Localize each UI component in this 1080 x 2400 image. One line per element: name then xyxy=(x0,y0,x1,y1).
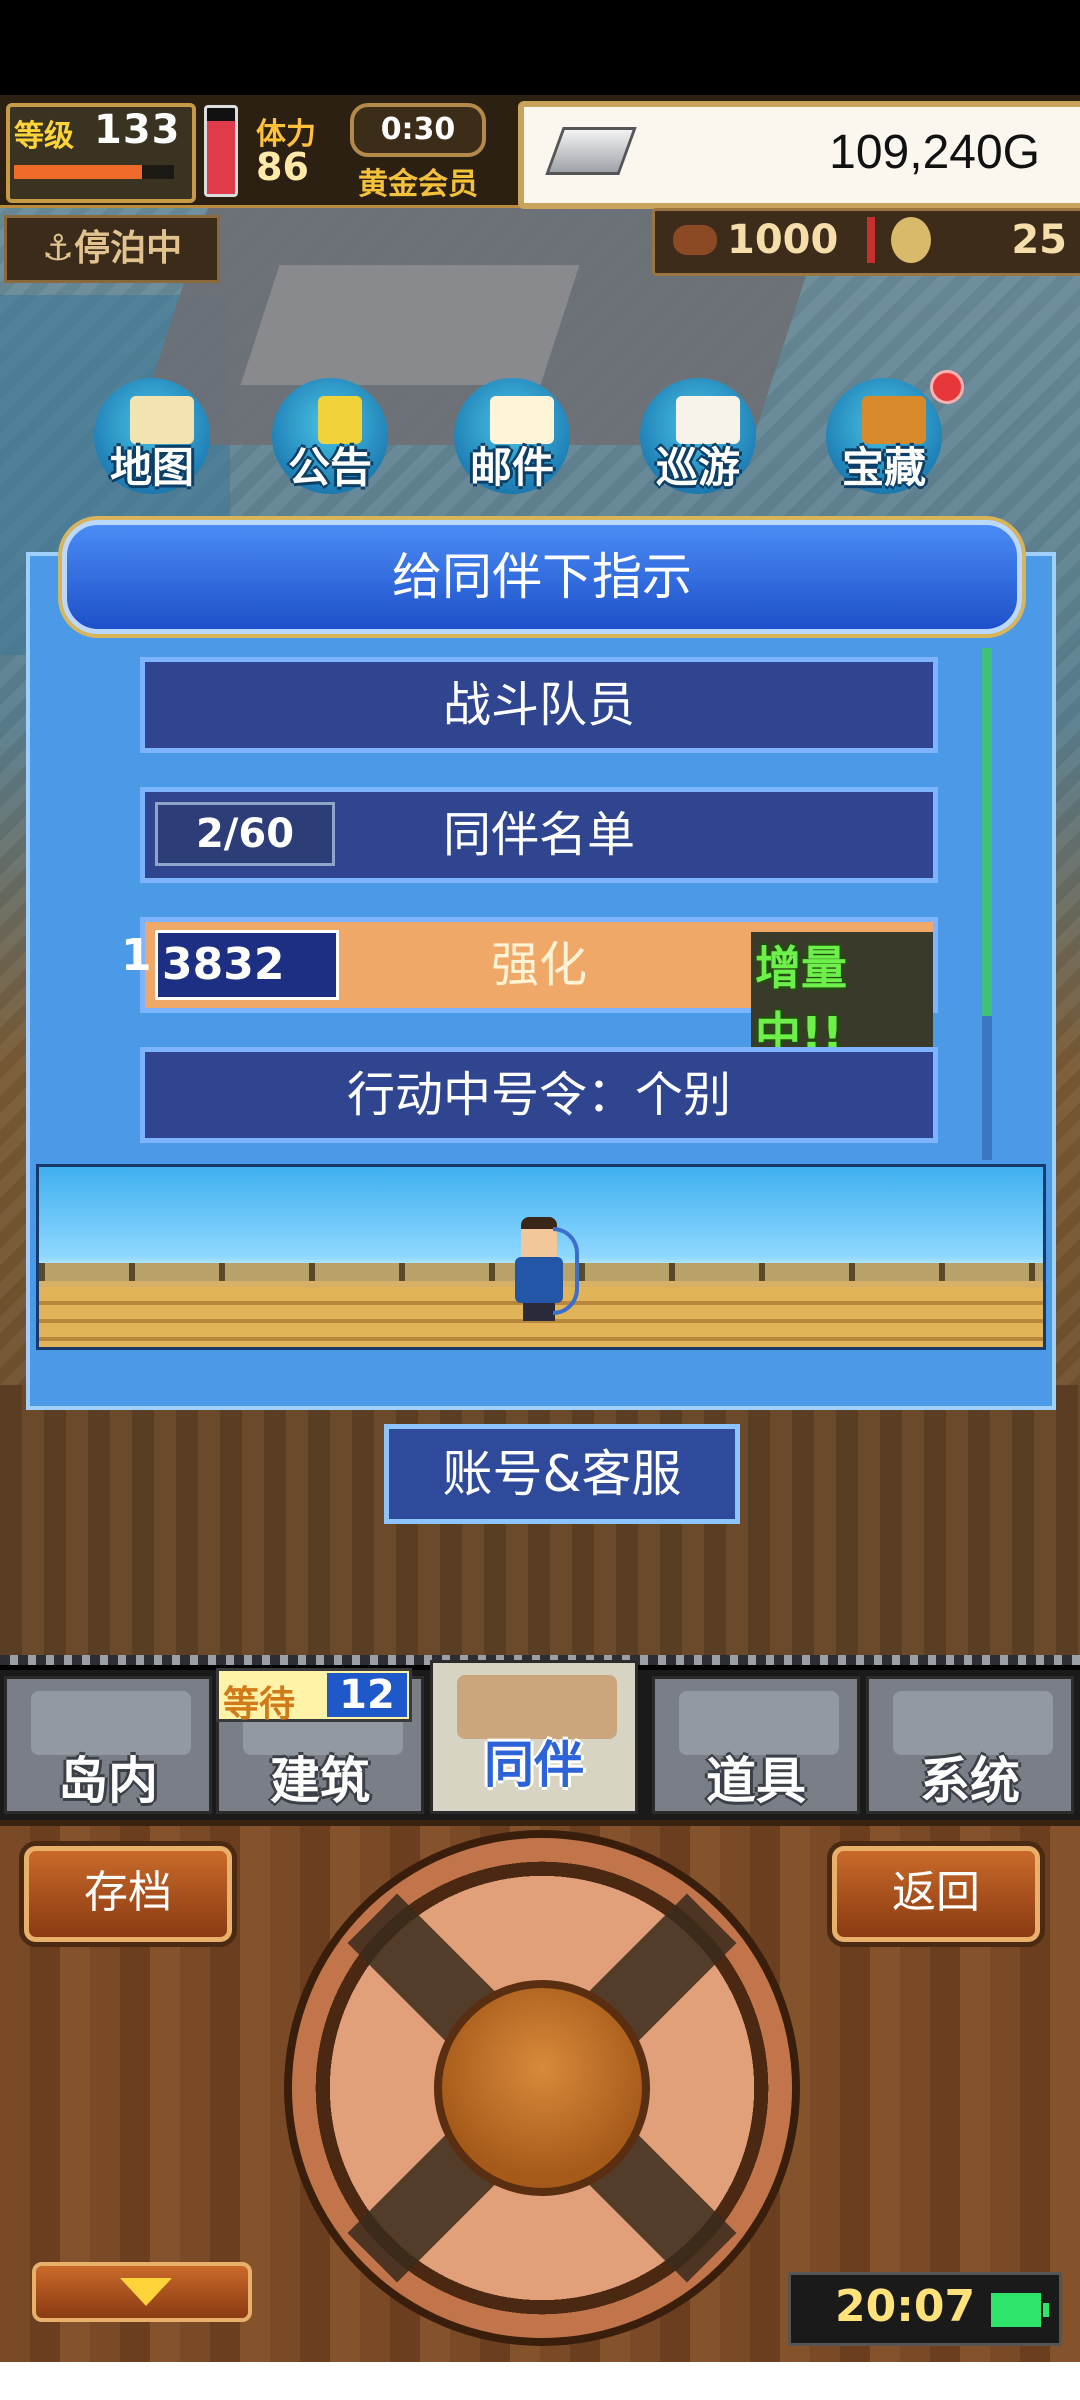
medal-icon xyxy=(891,217,931,263)
account-support-button[interactable]: 账号&客服 xyxy=(384,1424,740,1524)
notification-dot xyxy=(930,370,964,404)
menu-cruise-button[interactable]: 巡游 xyxy=(630,378,766,498)
menu-map-label: 地图 xyxy=(109,443,194,492)
level-value: 133 xyxy=(94,107,181,153)
tab-system[interactable]: 系统 xyxy=(866,1676,1074,1814)
scrollbar-thumb[interactable] xyxy=(982,648,992,1016)
companion-preview xyxy=(36,1164,1046,1350)
tab-items[interactable]: 道具 xyxy=(652,1676,860,1814)
option-label: 同伴名单 xyxy=(442,807,635,863)
resource-panel: 1000 25 xyxy=(652,208,1080,276)
resource-a-value: 1000 xyxy=(727,217,839,263)
boost-badge: 增量中!! xyxy=(751,932,933,1064)
membership-badge[interactable]: 黄金会员 xyxy=(358,159,478,203)
tab-label: 系统 xyxy=(920,1752,1020,1810)
money-panel: 109,240G xyxy=(518,101,1080,209)
chevron-down-icon xyxy=(120,2278,172,2306)
tab-island[interactable]: 岛内 xyxy=(4,1676,212,1814)
bottom-tab-bar: 岛内 建筑 同伴 道具 系统 xyxy=(0,1660,1080,1820)
stamina-gauge xyxy=(204,105,238,197)
save-button[interactable]: 存档 xyxy=(24,1846,232,1942)
menu-notice-label: 公告 xyxy=(287,443,372,492)
tab-label: 建筑 xyxy=(270,1752,370,1810)
castle-tower xyxy=(240,265,580,385)
clock-time: 20:07 xyxy=(835,2281,976,2332)
meat-icon xyxy=(673,225,717,255)
dock-status-badge: ⚓停泊中 xyxy=(4,215,220,283)
silver-bar-icon xyxy=(545,127,637,175)
option-upgrade[interactable]: 1 3832 强化 增量中!! xyxy=(121,917,938,1064)
tab-label: 同伴 xyxy=(484,1736,584,1794)
wait-value: 12 xyxy=(327,1673,407,1717)
stamina-value: 86 xyxy=(256,145,309,189)
dpad-center-button[interactable] xyxy=(434,1980,650,2196)
dialog-scrollbar[interactable] xyxy=(982,648,992,1160)
menu-map-button[interactable]: 地图 xyxy=(84,378,220,498)
dialog-title-bar: 给同伴下指示 xyxy=(62,520,1022,634)
money-value: 109,240G xyxy=(829,126,1040,179)
wait-queue-badge: 等待 12 xyxy=(216,1668,412,1725)
resource-b-value: 25 xyxy=(1011,217,1067,263)
level-progress-fill xyxy=(14,165,142,179)
stamina-timer: 0:30 xyxy=(350,103,486,157)
battery-icon xyxy=(991,2293,1041,2327)
menu-treasure-label: 宝藏 xyxy=(841,443,926,492)
dialog-title: 给同伴下指示 xyxy=(392,548,692,606)
resource-divider xyxy=(867,217,875,263)
bow-icon xyxy=(553,1227,579,1315)
game-clock: 20:07 xyxy=(788,2272,1062,2346)
menu-notice-button[interactable]: 公告 xyxy=(262,378,398,498)
option-label: 行动中号令：个别 xyxy=(346,1067,731,1123)
back-button[interactable]: 返回 xyxy=(832,1846,1040,1942)
level-panel: 等级 133 xyxy=(6,103,196,203)
option-companion-list[interactable]: 2/60 同伴名单 xyxy=(140,787,938,883)
directional-pad[interactable] xyxy=(292,1838,792,2338)
option-action-command[interactable]: 行动中号令：个别 xyxy=(140,1047,938,1143)
tab-companion[interactable]: 同伴 xyxy=(430,1660,638,1814)
option-label: 战斗队员 xyxy=(442,677,635,733)
menu-treasure-button[interactable]: 宝藏 xyxy=(816,370,964,498)
tab-label: 道具 xyxy=(706,1752,806,1810)
menu-mail-label: 邮件 xyxy=(469,443,554,492)
level-label: 等级 xyxy=(14,119,74,154)
collapse-button[interactable] xyxy=(32,2262,252,2322)
menu-mail-button[interactable]: 邮件 xyxy=(444,378,580,498)
level-progress-bar xyxy=(14,165,174,179)
home-indicator[interactable] xyxy=(340,2368,740,2378)
option-battle-members[interactable]: 战斗队员 xyxy=(140,657,938,753)
stamina-fill xyxy=(207,120,235,194)
wait-label: 等待 xyxy=(223,1684,296,1725)
top-hud: 等级 133 体力 86 0:30 黄金会员 109,240G xyxy=(0,95,1080,209)
companion-character xyxy=(509,1217,579,1321)
menu-cruise-label: 巡游 xyxy=(655,443,740,492)
tab-label: 岛内 xyxy=(58,1752,158,1810)
